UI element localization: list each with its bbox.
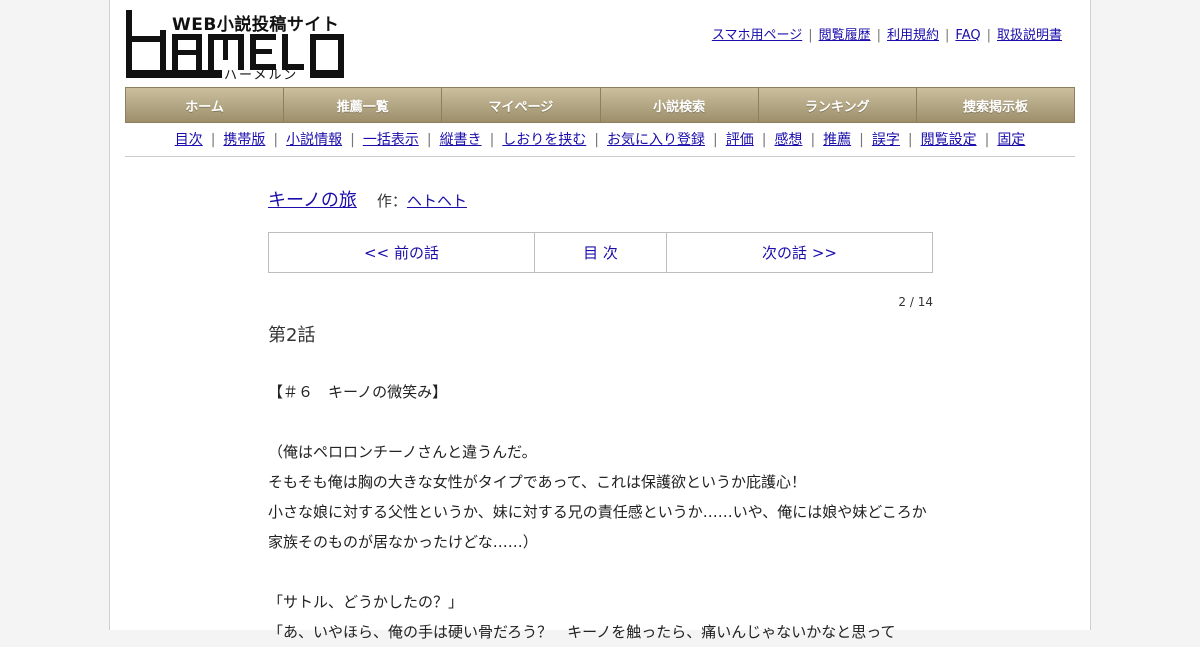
recommend-link[interactable]: 推薦 [823, 132, 851, 148]
mobile-version-link[interactable]: 携帯版 [223, 132, 265, 148]
separator: | [594, 132, 599, 148]
body-line: 「あ、いやほら、俺の手は硬い骨だろう？ キーノを触ったら、痛いんじゃないかなと思… [268, 623, 896, 641]
vertical-writing-link[interactable]: 縦書き [440, 132, 482, 148]
separator: | [489, 132, 495, 148]
separator: | [210, 132, 216, 148]
nav-recommendations[interactable]: 推薦一覧 [284, 88, 443, 122]
toc-button[interactable]: 目 次 [535, 233, 667, 272]
nav-novel-search[interactable]: 小説検索 [600, 88, 759, 122]
faq-link[interactable]: FAQ [955, 28, 980, 43]
author-prefix: 作： [376, 192, 407, 210]
prev-chapter-button[interactable]: << 前の話 [269, 233, 535, 272]
separator: | [986, 28, 991, 43]
body-line: 小さな娘に対する父性というか、妹に対する兄の責任感というか……いや、俺には娘や妹… [268, 503, 927, 521]
top-links: スマホ用ページ | 閲覧履歴 | 利用規約 | FAQ | 取扱説明書 [712, 24, 1062, 43]
bookmark-link[interactable]: しおりを挟む [502, 132, 586, 148]
site-logo[interactable]: WEB小説投稿サイト ハーメルン [126, 10, 346, 83]
page-container: WEB小説投稿サイト ハーメルン スマホ用ページ | 閲覧履歴 | 利用規約 | FAQ | 取… [109, 0, 1091, 641]
body-line: そもそも俺は胸の大きな女性がタイプであって、これは保護欲というか庇護心！ [268, 473, 807, 491]
main-nav: ホーム 推薦一覧 マイページ 小説検索 ランキング 捜索掲示板 [125, 87, 1075, 123]
manual-link[interactable]: 取扱説明書 [997, 28, 1062, 43]
body-line: 【＃６ キーノの微笑み】 [268, 383, 448, 401]
nav-search-board[interactable]: 捜索掲示板 [916, 88, 1075, 122]
novel-body: 【＃６ キーノの微笑み】 （俺はペロロンチーノさんと違うんだ。 そもそも俺は胸の… [268, 377, 948, 647]
separator: | [907, 132, 913, 148]
divider [125, 156, 1075, 157]
author-link[interactable]: ヘトヘト [407, 192, 467, 210]
separator: | [984, 132, 990, 148]
nav-mypage[interactable]: マイページ [442, 88, 601, 122]
body-line [268, 557, 948, 587]
novel-info-link[interactable]: 小説情報 [286, 132, 342, 148]
pin-link[interactable]: 固定 [997, 132, 1025, 148]
novel-header: キーノの旅 作：ヘトヘト [268, 186, 467, 212]
novel-title-link[interactable]: キーノの旅 [268, 190, 357, 211]
separator: | [810, 132, 816, 148]
separator: | [426, 132, 432, 148]
smartphone-page-link[interactable]: スマホ用ページ [712, 28, 802, 43]
page-counter: 2 / 14 [898, 295, 933, 309]
typo-report-link[interactable]: 誤字 [872, 132, 900, 148]
novel-sub-links: 目次 | 携帯版 | 小説情報 | 一括表示 | 縦書き | しおりを挟む | お気に入り登録 | 評価 | 感… [125, 129, 1075, 149]
chapter-title: 第2話 [268, 325, 316, 346]
separator: | [859, 132, 864, 148]
history-link[interactable]: 閲覧履歴 [819, 28, 871, 43]
body-line: 「サトル、どうかしたの？」 [268, 593, 464, 611]
review-link[interactable]: 感想 [774, 132, 802, 148]
separator: | [761, 132, 767, 148]
favorite-link[interactable]: お気に入り登録 [607, 132, 705, 148]
chapter-navigation: << 前の話 目 次 次の話 >> [268, 232, 933, 273]
body-line [268, 407, 948, 437]
logo-kana: ハーメルン [224, 68, 299, 83]
next-chapter-button[interactable]: 次の話 >> [667, 233, 932, 272]
separator: | [273, 132, 279, 148]
body-line: 家族そのものが居なかったけどな……） [268, 533, 538, 551]
reading-settings-link[interactable]: 閲覧設定 [921, 132, 977, 148]
toc-link[interactable]: 目次 [175, 132, 203, 148]
separator: | [876, 28, 881, 43]
show-all-link[interactable]: 一括表示 [363, 132, 419, 148]
separator: | [713, 132, 718, 148]
terms-link[interactable]: 利用規約 [887, 28, 939, 43]
nav-home[interactable]: ホーム [126, 88, 285, 122]
rating-link[interactable]: 評価 [726, 132, 754, 148]
separator: | [808, 28, 813, 43]
body-line: （俺はペロロンチーノさんと違うんだ。 [268, 443, 537, 461]
separator: | [350, 132, 355, 148]
separator: | [945, 28, 950, 43]
logo-tagline: WEB小説投稿サイト [172, 15, 340, 35]
nav-ranking[interactable]: ランキング [758, 88, 917, 122]
